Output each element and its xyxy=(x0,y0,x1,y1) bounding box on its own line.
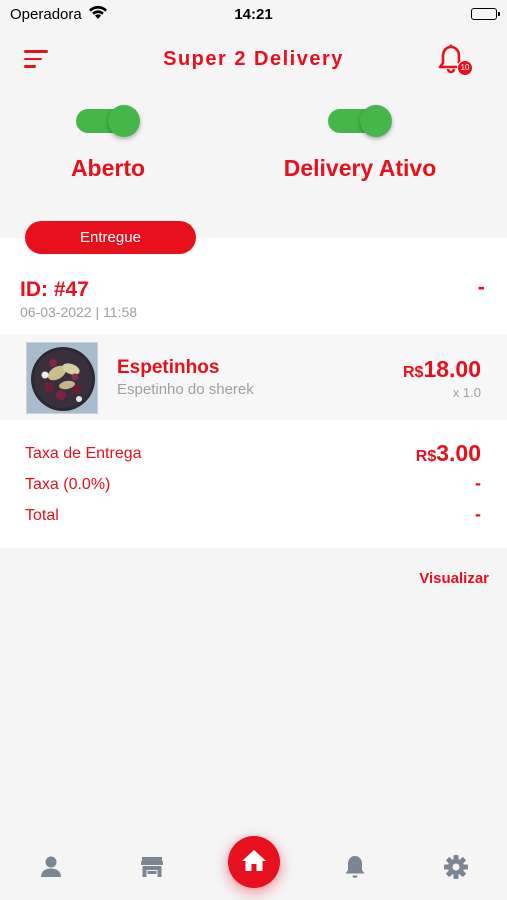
item-price-value: 18.00 xyxy=(423,356,481,382)
user-icon xyxy=(41,856,61,877)
app-header: Super 2 Delivery 10 xyxy=(0,40,507,80)
delivery-switch[interactable] xyxy=(328,105,392,137)
nav-settings[interactable] xyxy=(443,854,469,880)
nav-notifications[interactable] xyxy=(342,854,368,880)
delivery-fee-label: Taxa de Entrega xyxy=(25,445,142,462)
view-order-link[interactable]: Visualizar xyxy=(419,570,489,587)
nav-store[interactable] xyxy=(139,854,165,880)
open-toggle-group: Aberto xyxy=(8,105,208,182)
battery-icon xyxy=(471,8,500,20)
total-label: Total xyxy=(25,507,59,524)
fee-list: Taxa de Entrega R$3.00 Taxa (0.0%) - Tot… xyxy=(0,440,507,533)
store-icon xyxy=(141,857,163,877)
open-toggle-label: Aberto xyxy=(70,155,146,181)
nav-home[interactable] xyxy=(228,836,280,888)
tax-label: Taxa (0.0%) xyxy=(25,476,111,493)
tax-value: - xyxy=(475,473,481,493)
item-name: Espetinhos xyxy=(117,357,220,378)
home-icon xyxy=(242,850,266,871)
item-thumbnail xyxy=(26,342,98,414)
delivery-fee-value: 3.00 xyxy=(436,440,481,466)
delivery-fee-row: Taxa de Entrega R$3.00 xyxy=(0,440,507,471)
delivery-toggle-group: Delivery Ativo xyxy=(260,105,460,182)
order-card[interactable]: ID: #47 06-03-2022 | 11:58 - Espetinhos … xyxy=(0,238,507,548)
gear-icon xyxy=(444,855,468,879)
order-status-badge: Entregue xyxy=(25,221,196,254)
item-description: Espetinho do sherek xyxy=(117,381,254,398)
item-price: R$18.00 xyxy=(403,356,481,383)
notification-badge: 10 xyxy=(457,60,473,76)
notifications-button[interactable]: 10 xyxy=(437,44,473,78)
open-switch[interactable] xyxy=(76,105,140,137)
delivery-toggle-label: Delivery Ativo xyxy=(283,155,437,181)
delivery-fee-currency: R$ xyxy=(415,448,437,465)
total-value: - xyxy=(475,504,481,524)
app-title: Super 2 Delivery xyxy=(163,48,344,70)
clock: 14:21 xyxy=(234,6,273,23)
tax-row: Taxa (0.0%) - xyxy=(0,471,507,502)
order-id: ID: #47 xyxy=(20,278,89,301)
status-bar: Operadora 14:21 xyxy=(0,0,507,30)
order-menu-dash[interactable]: - xyxy=(478,274,485,300)
item-quantity: x 1.0 xyxy=(452,385,481,400)
order-item-row: Espetinhos Espetinho do sherek R$18.00 x… xyxy=(0,334,507,420)
order-date: 06-03-2022 | 11:58 xyxy=(20,304,138,320)
bell-icon xyxy=(345,856,365,878)
item-price-currency: R$ xyxy=(402,364,424,381)
delivery-fee-amount: R$3.00 xyxy=(416,440,481,467)
bottom-nav xyxy=(0,830,507,900)
nav-profile[interactable] xyxy=(38,854,64,880)
total-row: Total - xyxy=(0,502,507,533)
